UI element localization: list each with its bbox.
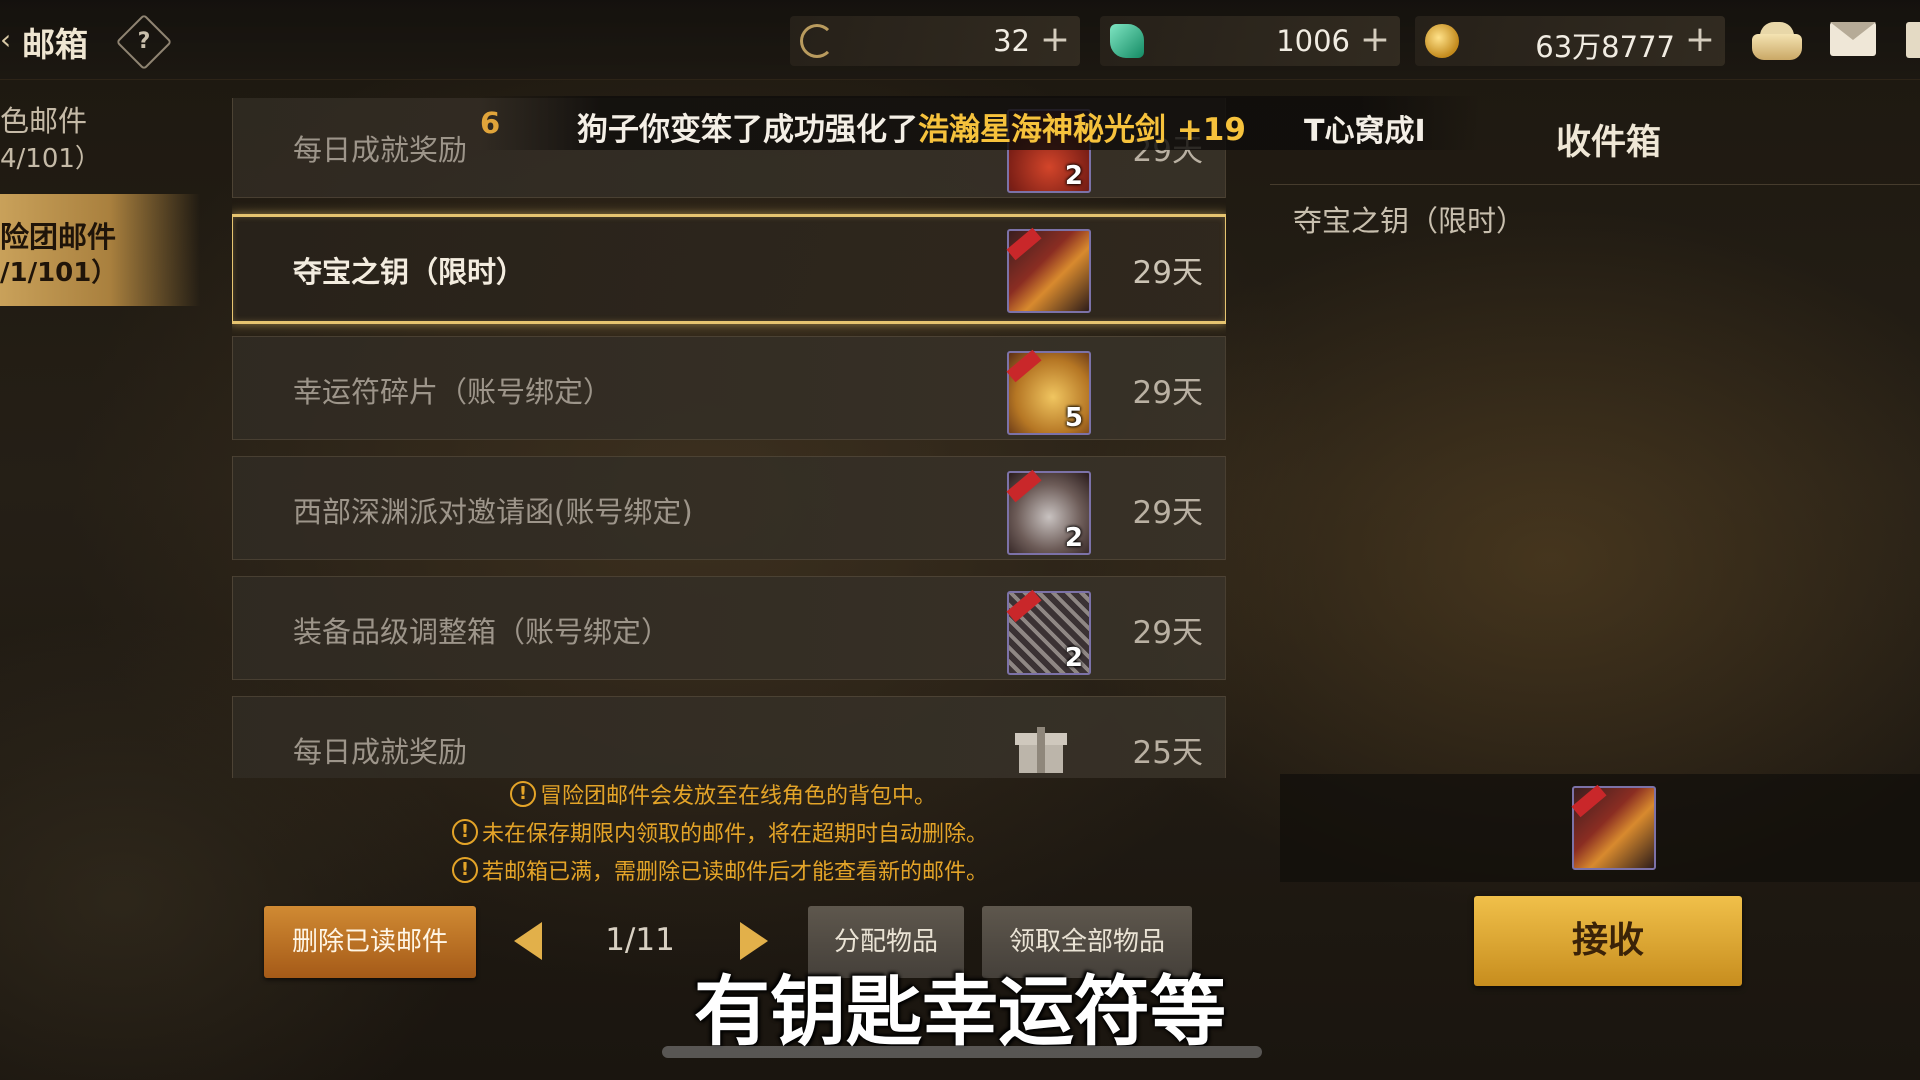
- gift-icon: [1015, 723, 1067, 773]
- note-text: 冒险团邮件会发放至在线角色的背包中。: [540, 784, 937, 809]
- currency-crescent: 32 +: [790, 16, 1080, 66]
- equipment-box-icon: 2: [1006, 589, 1091, 675]
- mail-title: 幸运符碎片（账号绑定）: [293, 375, 613, 409]
- note-line: ! 未在保存期限内领取的邮件，将在超期时自动删除。: [452, 816, 988, 848]
- bag-body: [1752, 34, 1802, 60]
- bag-icon[interactable]: [1752, 22, 1802, 60]
- crescent-coin-icon: [800, 24, 834, 58]
- tab-count: 4/101）: [0, 144, 101, 174]
- home-indicator-bar: [662, 1046, 1262, 1058]
- currency-value: 32: [993, 24, 1030, 58]
- help-button[interactable]: ?: [115, 13, 173, 71]
- tab-count: /1/101）: [0, 258, 118, 288]
- mail-expiry: 29天: [1132, 375, 1203, 411]
- item-count: 5: [1064, 403, 1083, 433]
- gold-coin-icon: [1425, 24, 1459, 58]
- warning-icon: !: [510, 781, 536, 807]
- item-count: 2: [1064, 643, 1083, 673]
- warning-icon: !: [452, 819, 478, 845]
- list-item[interactable]: 西部深渊派对邀请函(账号绑定) 2 29天: [232, 456, 1226, 560]
- mail-title: 每日成就奖励: [293, 133, 468, 167]
- account-tag: [1006, 349, 1042, 383]
- banner-fragment-left: 6: [480, 106, 501, 140]
- receive-button[interactable]: 接收: [1474, 896, 1742, 986]
- mail-title: 西部深渊派对邀请函(账号绑定): [293, 495, 693, 529]
- back-arrow-icon[interactable]: ‹: [0, 22, 14, 58]
- page-title: 邮箱: [22, 25, 88, 64]
- tab-adventure-mail[interactable]: 险团邮件 /1/101）: [0, 194, 200, 306]
- add-currency-button[interactable]: +: [1360, 18, 1390, 62]
- tab-character-mail[interactable]: 色邮件 4/101）: [0, 92, 200, 184]
- currency-gem: 1006 +: [1100, 16, 1400, 66]
- account-tag: [1006, 469, 1042, 503]
- golden-key-icon: [1006, 227, 1091, 313]
- add-currency-button[interactable]: +: [1040, 18, 1070, 62]
- mail-title: 每日成就奖励: [293, 735, 468, 769]
- divider: [1270, 184, 1920, 185]
- menu-edge-icon[interactable]: [1906, 22, 1920, 58]
- invitation-icon: 2: [1006, 469, 1091, 555]
- account-tag: [1571, 784, 1607, 818]
- currency-value: 63万8777: [1535, 30, 1675, 64]
- list-item[interactable]: 装备品级调整箱（账号绑定） 2 29天: [232, 576, 1226, 680]
- account-tag: [1006, 227, 1042, 261]
- gift-ribbon: [1037, 727, 1045, 773]
- banner-item-name: 浩瀚星海神秘光剑 +19: [918, 112, 1246, 148]
- list-item[interactable]: 每日成就奖励 25天: [232, 696, 1226, 778]
- question-mark-icon: ?: [137, 29, 151, 54]
- note-text: 若邮箱已满，需删除已读邮件后才能查看新的邮件。: [482, 860, 989, 885]
- banner-message: 狗子你变笨了成功强化了浩瀚星海神秘光剑 +19: [577, 104, 1246, 149]
- add-currency-button[interactable]: +: [1685, 18, 1715, 62]
- list-item[interactable]: 幸运符碎片（账号绑定） 5 29天: [232, 336, 1226, 440]
- prev-page-icon[interactable]: [510, 916, 546, 966]
- mail-expiry: 29天: [1132, 255, 1203, 291]
- currency-value: 1006: [1276, 24, 1350, 58]
- banner-prefix: 狗子你变笨了成功强化了: [577, 112, 918, 148]
- video-subtitle: 有钥匙幸运符等: [694, 967, 1226, 1056]
- top-bar: ‹ 邮箱 ? 32 + 1006 + 63万8777 +: [0, 0, 1920, 80]
- note-text: 未在保存期限内领取的邮件，将在超期时自动删除。: [482, 822, 989, 847]
- mail-expiry: 29天: [1132, 495, 1203, 531]
- mail-title: 装备品级调整箱（账号绑定）: [293, 615, 671, 649]
- mail-expiry: 25天: [1132, 735, 1203, 771]
- tab-label: 险团邮件: [0, 220, 117, 254]
- mail-detail-title: 夺宝之钥（限时）: [1293, 204, 1526, 238]
- account-tag: [1006, 589, 1042, 623]
- mail-title: 夺宝之钥（限时）: [293, 255, 526, 289]
- item-count: 2: [1064, 161, 1083, 191]
- note-line: ! 若邮箱已满，需删除已读邮件后才能查看新的邮件。: [452, 854, 988, 886]
- note-line: ! 冒险团邮件会发放至在线角色的背包中。: [510, 778, 936, 810]
- tab-label: 色邮件: [0, 104, 88, 138]
- mail-icon[interactable]: [1830, 22, 1876, 56]
- lucky-charm-icon: 5: [1006, 349, 1091, 435]
- mail-expiry: 29天: [1132, 615, 1203, 651]
- warning-icon: !: [452, 857, 478, 883]
- mail-list: 每日成就奖励 2 29天 夺宝之钥（限时） 29天 幸运符碎片（账号绑定） 5 …: [232, 98, 1226, 778]
- delete-read-button[interactable]: 删除已读邮件: [264, 906, 476, 978]
- inbox-title: 收件箱: [1556, 123, 1662, 163]
- currency-gold: 63万8777 +: [1415, 16, 1725, 66]
- golden-key-icon[interactable]: [1571, 784, 1656, 870]
- item-count: 2: [1064, 523, 1083, 553]
- list-item-selected[interactable]: 夺宝之钥（限时） 29天: [232, 214, 1226, 324]
- enhance-notice-banner: 6 狗子你变笨了成功强化了浩瀚星海神秘光剑 +19 T心窝成I: [480, 96, 1480, 150]
- green-gem-icon: [1110, 24, 1144, 58]
- banner-fragment-right: T心窝成I: [1304, 114, 1426, 149]
